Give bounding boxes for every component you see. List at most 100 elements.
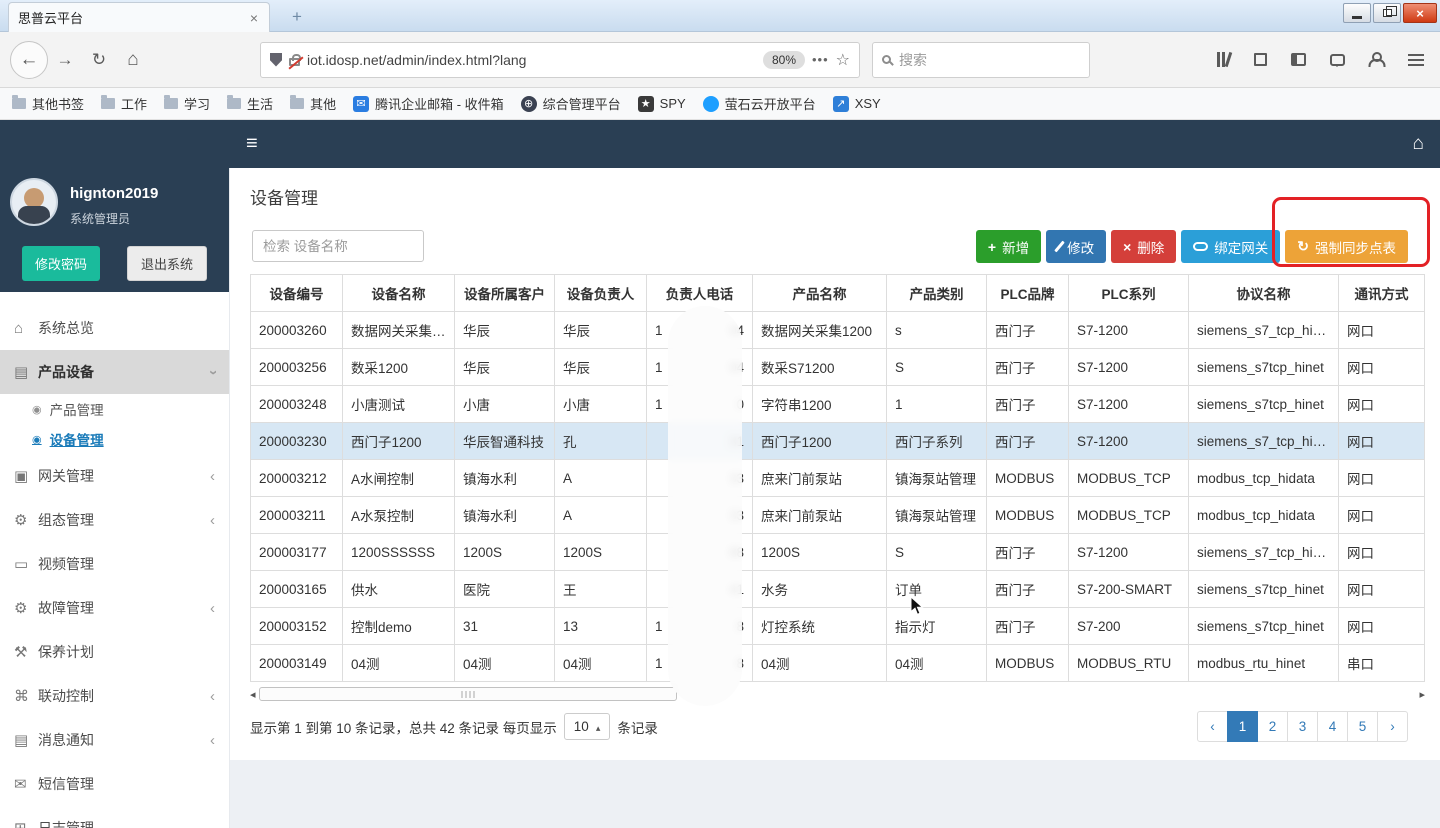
bookmark-star-icon[interactable]: ☆	[836, 50, 850, 70]
scrollbar-thumb[interactable]	[259, 687, 677, 701]
delete-button[interactable]: ×删除	[1111, 230, 1176, 263]
new-tab-button[interactable]: +	[284, 5, 310, 29]
table-row[interactable]: 20000314904测04测04测1804测04测MODBUSMODBUS_R…	[251, 645, 1425, 682]
bookmark-label: XSY	[855, 96, 881, 111]
url-text[interactable]: iot.idosp.net/admin/index.html?lang	[307, 52, 756, 68]
insecure-lock-icon[interactable]	[289, 58, 300, 66]
table-row[interactable]: 200003212A水闸控制镇海水利A33庶来门前泵站镇海泵站管理MODBUSM…	[251, 460, 1425, 497]
table-row[interactable]: 200003248小唐测试小唐小唐10字符串12001西门子S7-1200sie…	[251, 386, 1425, 423]
pagination-next[interactable]: ›	[1377, 711, 1408, 742]
sidebar-collapse-icon[interactable]	[246, 133, 258, 156]
bookmark-item[interactable]: 生活	[227, 94, 273, 113]
sidebar-item-3[interactable]: ⚙组态管理‹	[0, 498, 229, 542]
change-password-button[interactable]: 修改密码	[22, 246, 100, 281]
sidebar-item-label: 视频管理	[38, 554, 94, 574]
table-row[interactable]: 200003152控制demo311318灯控系统指示灯西门子S7-200sie…	[251, 608, 1425, 645]
bookmark-item[interactable]: ✉腾讯企业邮箱 - 收件箱	[353, 94, 504, 113]
table-cell: 网口	[1339, 534, 1425, 571]
bind-gateway-button[interactable]: 绑定网关	[1181, 230, 1280, 263]
table-row[interactable]: 200003211A水泵控制镇海水利A33庶来门前泵站镇海泵站管理MODBUSM…	[251, 497, 1425, 534]
bookmark-item[interactable]: ★SPY	[638, 96, 686, 112]
table-row[interactable]: 2000031771200SSSSSS1200S1200S881200SS西门子…	[251, 534, 1425, 571]
sidebar-item-8[interactable]: ▤消息通知‹	[0, 718, 229, 762]
folder-icon	[227, 98, 241, 109]
reload-button[interactable]	[85, 46, 113, 74]
sidebar-toggle-icon[interactable]	[1291, 53, 1306, 66]
avatar[interactable]	[10, 178, 58, 226]
clip-icon[interactable]	[1254, 53, 1267, 66]
restore-button[interactable]	[1373, 3, 1401, 23]
bookmark-item[interactable]: 学习	[164, 94, 210, 113]
scroll-right-icon[interactable]	[1419, 688, 1425, 701]
bookmark-item[interactable]: ⊕综合管理平台	[521, 94, 621, 113]
bookmark-item[interactable]: ↗XSY	[833, 96, 881, 112]
chevron-left-icon: ‹	[210, 512, 215, 529]
sidebar-item-1[interactable]: ▤产品设备‹	[0, 350, 229, 394]
scroll-left-icon[interactable]	[250, 688, 256, 701]
tab-close-icon[interactable]: ×	[248, 10, 260, 26]
bookmark-label: 其他书签	[32, 94, 84, 113]
sidebar-item-2[interactable]: ▣网关管理‹	[0, 454, 229, 498]
bookmark-item[interactable]: 其他	[290, 94, 336, 113]
browser-tab[interactable]: 思普云平台 ×	[8, 2, 270, 32]
column-header: 产品名称	[753, 275, 887, 312]
sidebar-item-10[interactable]: ⊞日志管理	[0, 806, 229, 828]
pagination-page-1[interactable]: 1	[1227, 711, 1258, 742]
pagination-prev[interactable]: ‹	[1197, 711, 1228, 742]
pagination-page-2[interactable]: 2	[1257, 711, 1288, 742]
feedback-bubble-icon[interactable]	[1330, 54, 1345, 66]
table-cell: 数采1200	[343, 349, 455, 386]
browser-home-button[interactable]	[119, 46, 147, 74]
library-icon[interactable]	[1217, 52, 1230, 67]
logout-button[interactable]: 退出系统	[127, 246, 207, 281]
pagination-page-5[interactable]: 5	[1347, 711, 1378, 742]
bookmark-item[interactable]: 其他书签	[12, 94, 84, 113]
page-actions-icon[interactable]: •••	[812, 52, 829, 67]
bookmarks-bar: 其他书签工作学习生活其他 ✉腾讯企业邮箱 - 收件箱 ⊕综合管理平台 ★SPY 萤石云开…	[0, 88, 1440, 120]
table-cell: 镇海泵站管理	[887, 460, 987, 497]
app-home-icon[interactable]	[1413, 133, 1424, 155]
sidebar-item-4[interactable]: ▭视频管理	[0, 542, 229, 586]
sidebar-item-5[interactable]: ⚙故障管理‹	[0, 586, 229, 630]
table-cell: siemens_s7tcp_hinet	[1189, 571, 1339, 608]
close-button[interactable]: ×	[1403, 3, 1437, 23]
pagination: ‹12345›	[1198, 711, 1408, 742]
table-cell: 西门子	[987, 349, 1069, 386]
shield-icon[interactable]	[270, 53, 282, 67]
device-search-input[interactable]	[252, 230, 424, 262]
pagination-page-4[interactable]: 4	[1317, 711, 1348, 742]
table-cell: 西门子1200	[753, 423, 887, 460]
table-row[interactable]: 200003230西门子1200华辰智通科技孔31西门子1200西门子系列西门子…	[251, 423, 1425, 460]
add-button[interactable]: +新增	[976, 230, 1041, 263]
browser-search-field[interactable]: 搜索	[872, 42, 1090, 78]
force-sync-button[interactable]: ↻强制同步点表	[1285, 230, 1408, 263]
per-page-select[interactable]: 10	[564, 713, 611, 740]
sidebar-item-0[interactable]: ⌂系统总览	[0, 306, 229, 350]
table-cell: 小唐测试	[343, 386, 455, 423]
url-bar[interactable]: iot.idosp.net/admin/index.html?lang 80% …	[260, 42, 860, 78]
table-cell: 网口	[1339, 312, 1425, 349]
account-icon[interactable]	[1369, 52, 1384, 67]
table-cell: A	[555, 460, 647, 497]
table-row[interactable]: 200003165供水医院王41水务订单西门子S7-200-SMARTsieme…	[251, 571, 1425, 608]
table-row[interactable]: 200003256数采1200华辰华辰104数采S71200S西门子S7-120…	[251, 349, 1425, 386]
table-cell: MODBUS_TCP	[1069, 460, 1189, 497]
sidebar-subitem[interactable]: ◉设备管理	[0, 424, 229, 454]
table-row[interactable]: 200003260数据网关采集1200华辰华辰104数据网关采集1200s西门子…	[251, 312, 1425, 349]
bookmark-item[interactable]: 萤石云开放平台	[703, 94, 816, 113]
edit-button[interactable]: 修改	[1046, 230, 1106, 263]
sidebar-item-7[interactable]: ⌘联动控制‹	[0, 674, 229, 718]
book-icon: ▤	[14, 731, 38, 749]
pagination-page-3[interactable]: 3	[1287, 711, 1318, 742]
sidebar-subitem[interactable]: ◉产品管理	[0, 394, 229, 424]
main-content: 设备管理 +新增修改×删除绑定网关↻强制同步点表 设备编号设备名称设备所属客户设…	[230, 168, 1440, 828]
back-button[interactable]	[10, 41, 48, 79]
zoom-level-badge[interactable]: 80%	[763, 51, 805, 69]
forward-button[interactable]	[51, 46, 79, 74]
menu-icon[interactable]	[1408, 54, 1424, 66]
horizontal-scrollbar[interactable]	[250, 687, 1425, 702]
sidebar-item-6[interactable]: ⚒保养计划	[0, 630, 229, 674]
minimize-button[interactable]	[1343, 3, 1371, 23]
bookmark-item[interactable]: 工作	[101, 94, 147, 113]
sidebar-item-9[interactable]: ✉短信管理	[0, 762, 229, 806]
